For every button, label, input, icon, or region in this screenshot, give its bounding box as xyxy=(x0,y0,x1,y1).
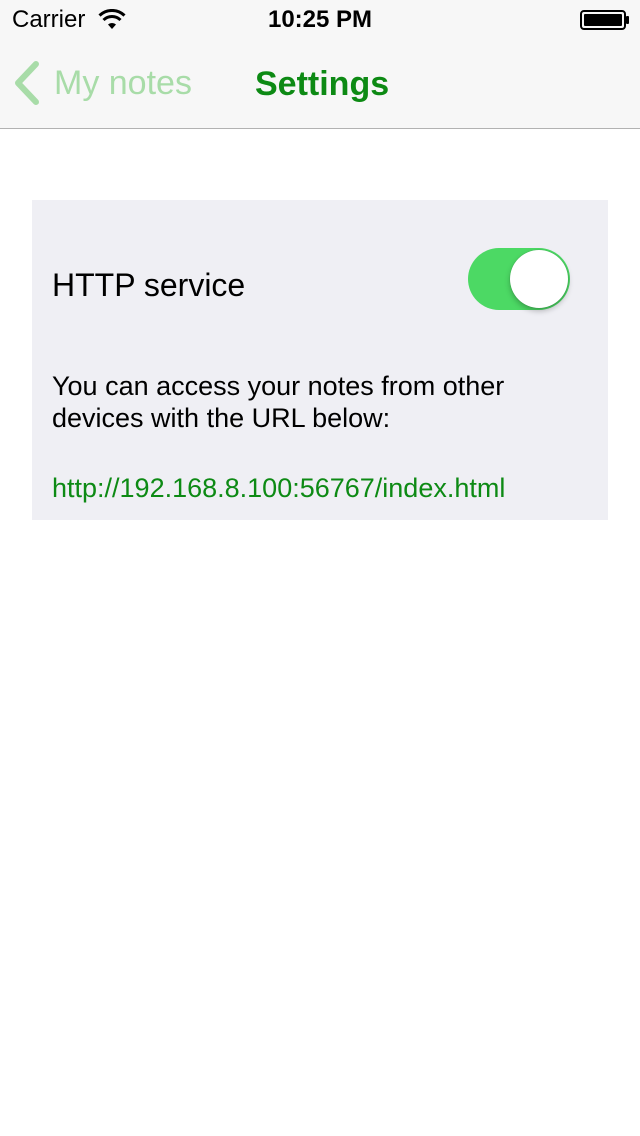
screen: Carrier 10:25 PM My notes Settings HTTP … xyxy=(0,0,640,1136)
battery-icon xyxy=(580,10,629,30)
page-title: Settings xyxy=(255,65,390,103)
http-service-label: HTTP service xyxy=(52,267,246,303)
toggle-knob xyxy=(510,250,568,308)
status-bar: Carrier 10:25 PM xyxy=(0,0,640,40)
back-button-label: My notes xyxy=(54,64,192,102)
chevron-left-icon xyxy=(15,61,39,105)
access-description: You can access your notes from other dev… xyxy=(52,371,505,433)
http-settings-card: HTTP service You can access your notes f… xyxy=(32,200,608,520)
back-button[interactable]: My notes xyxy=(12,58,192,108)
http-service-toggle[interactable] xyxy=(468,248,570,310)
server-url-link[interactable]: http://192.168.8.100:56767/index.html xyxy=(52,472,505,504)
clock: 10:25 PM xyxy=(267,6,373,33)
navigation-bar: My notes Settings xyxy=(0,40,640,129)
